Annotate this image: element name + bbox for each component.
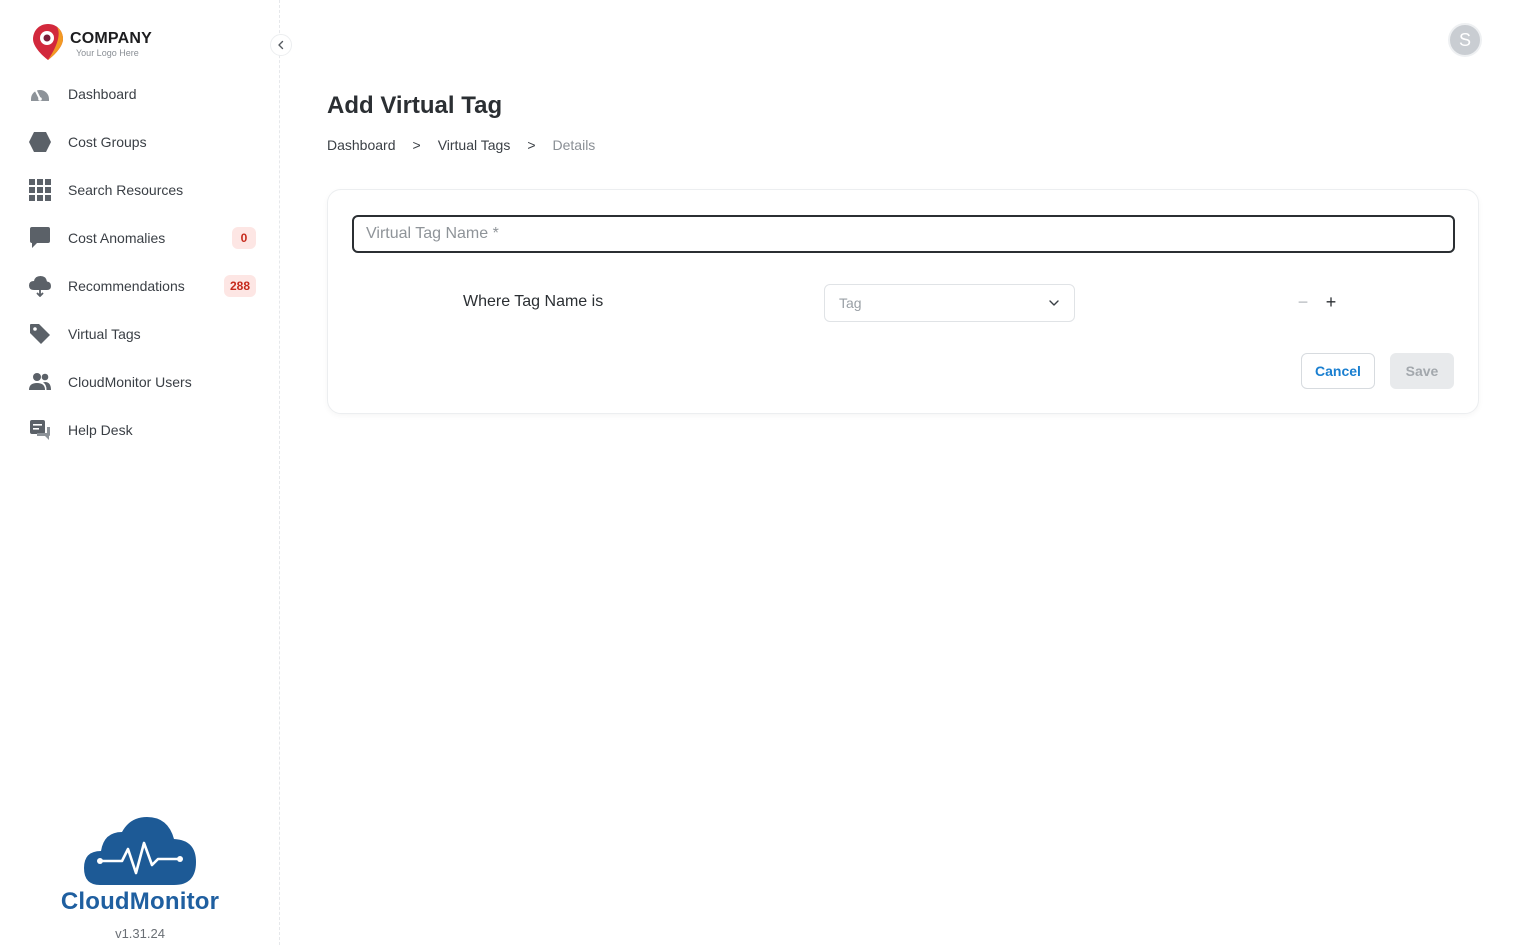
breadcrumb-separator: > [527, 137, 536, 153]
sidebar-nav: Dashboard Cost Groups Search Resources C… [0, 70, 280, 454]
rule-condition-label: Where Tag Name is [463, 293, 604, 310]
add-rule-button[interactable]: + [1322, 293, 1340, 311]
breadcrumb-dashboard[interactable]: Dashboard [327, 137, 396, 153]
sidebar-item-virtual-tags[interactable]: Virtual Tags [0, 310, 280, 358]
virtual-tag-name-input[interactable] [352, 215, 1455, 253]
app-version: v1.31.24 [115, 926, 165, 941]
sidebar-item-label: CloudMonitor Users [68, 374, 192, 390]
tag-select-dropdown[interactable]: Tag [824, 284, 1075, 322]
virtual-tag-form-card: Where Tag Name is Tag − + Cancel Save [327, 189, 1479, 414]
sidebar: COMPANY Your Logo Here Dashboard Cost Gr… [0, 0, 292, 945]
sidebar-item-cost-groups[interactable]: Cost Groups [0, 118, 280, 166]
sidebar-item-label: Search Resources [68, 182, 184, 198]
chat-bubble-icon [28, 226, 52, 250]
sidebar-item-cost-anomalies[interactable]: Cost Anomalies 0 [0, 214, 280, 262]
anomalies-count-badge: 0 [232, 227, 256, 249]
cloudmonitor-logo: CloudMonitor [60, 815, 220, 916]
collapse-sidebar-button[interactable] [270, 34, 292, 56]
breadcrumb-separator: > [412, 137, 421, 153]
breadcrumb: Dashboard > Virtual Tags > Details [327, 137, 595, 153]
company-logo[interactable]: COMPANY Your Logo Here [30, 22, 152, 62]
sidebar-item-dashboard[interactable]: Dashboard [0, 70, 280, 118]
map-pin-logo-icon [30, 22, 66, 62]
sidebar-item-label: Help Desk [68, 422, 133, 438]
sidebar-item-label: Cost Anomalies [68, 230, 166, 246]
remove-rule-button[interactable]: − [1294, 293, 1312, 311]
chevron-left-icon [278, 40, 284, 50]
sidebar-item-label: Virtual Tags [68, 326, 141, 342]
user-avatar[interactable]: S [1448, 23, 1482, 57]
users-icon [28, 370, 52, 394]
recommendations-count-badge: 288 [223, 275, 256, 297]
sidebar-item-recommendations[interactable]: Recommendations 288 [0, 262, 280, 310]
breadcrumb-virtual-tags[interactable]: Virtual Tags [438, 137, 511, 153]
speedometer-icon [28, 82, 52, 106]
cancel-button[interactable]: Cancel [1301, 353, 1375, 389]
tag-icon [28, 322, 52, 346]
page-title: Add Virtual Tag [327, 92, 503, 119]
sidebar-item-label: Dashboard [68, 86, 137, 102]
hexagon-icon [28, 130, 52, 154]
company-tagline: Your Logo Here [76, 48, 139, 58]
sidebar-item-search-resources[interactable]: Search Resources [0, 166, 280, 214]
grid-icon [28, 178, 52, 202]
company-name: COMPANY [70, 30, 152, 47]
breadcrumb-details: Details [552, 137, 596, 153]
product-name: CloudMonitor [60, 888, 220, 915]
helpdesk-icon [28, 418, 52, 442]
cloud-heartbeat-icon [84, 817, 196, 885]
save-button[interactable]: Save [1390, 353, 1454, 389]
sidebar-item-label: Recommendations [68, 278, 185, 294]
chevron-down-icon [1049, 300, 1059, 306]
cloud-icon [28, 274, 52, 298]
sidebar-item-label: Cost Groups [68, 134, 147, 150]
sidebar-item-help-desk[interactable]: Help Desk [0, 406, 280, 454]
tag-select-placeholder: Tag [839, 295, 862, 311]
sidebar-item-cloudmonitor-users[interactable]: CloudMonitor Users [0, 358, 280, 406]
